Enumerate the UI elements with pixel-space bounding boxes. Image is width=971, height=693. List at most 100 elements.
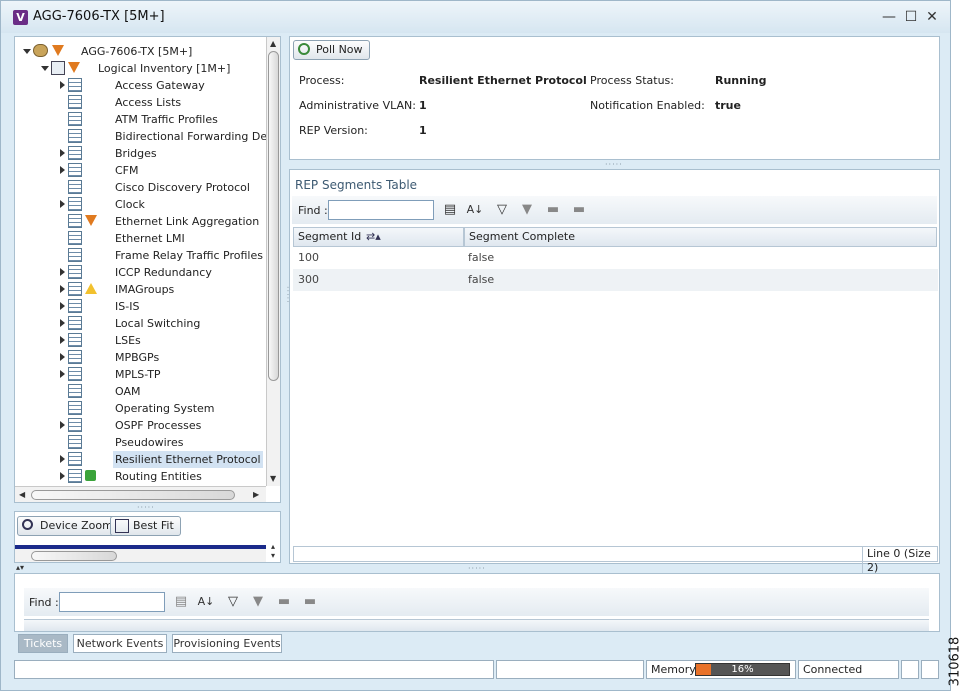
scrollbar-thumb[interactable]: [268, 51, 279, 381]
spinner-arrows-icon[interactable]: ▴ ▾: [271, 542, 275, 560]
tree-item[interactable]: Clock: [15, 196, 266, 213]
notification-enabled-label: Notification Enabled:: [590, 99, 705, 112]
bottom-find-input[interactable]: [59, 592, 165, 612]
tree-item-label: Local Switching: [115, 317, 201, 330]
segment-complete-cell: false: [468, 273, 495, 286]
inventory-tree: AGG-7606-TX [5M+] Logical Inventory [1M+…: [14, 36, 281, 503]
minimize-button[interactable]: —: [879, 7, 899, 27]
table-icon: [68, 146, 82, 160]
tree-item[interactable]: Routing Entities: [15, 468, 266, 485]
tab-network-events[interactable]: Network Events: [73, 634, 167, 653]
expand-icon[interactable]: [60, 336, 65, 344]
splitter-handle[interactable]: ·····: [605, 160, 623, 169]
collapse-arrows-icon[interactable]: ▴▾: [16, 563, 24, 572]
tree-item[interactable]: Operating System: [15, 400, 266, 417]
filter-icon[interactable]: ▽: [224, 593, 242, 611]
clear-filter-icon[interactable]: ▬: [544, 201, 562, 219]
tree-item[interactable]: Bridges: [15, 145, 266, 162]
clear-advanced-filter-icon[interactable]: ▬: [301, 593, 319, 611]
save-icon[interactable]: ▤: [441, 201, 459, 219]
tree-item[interactable]: Ethernet Link Aggregation: [15, 213, 266, 230]
process-status-label: Process Status:: [590, 74, 674, 87]
logical-inventory-icon: [51, 61, 65, 75]
tree-vertical-scrollbar[interactable]: ▲ ▼: [266, 37, 280, 486]
tree-horizontal-scrollbar[interactable]: ◀ ▶: [15, 486, 266, 502]
table-icon: [68, 197, 82, 211]
tree-item[interactable]: OSPF Processes: [15, 417, 266, 434]
tree-item-label: Bridges: [115, 147, 157, 160]
sort-icon[interactable]: A↓: [197, 593, 215, 611]
tree-item[interactable]: Cisco Discovery Protocol: [15, 179, 266, 196]
window-title: AGG-7606-TX [5M+]: [33, 9, 165, 24]
close-button[interactable]: ✕: [922, 7, 942, 27]
device-zoom-button[interactable]: Device Zoom: [17, 516, 120, 536]
app-window: V AGG-7606-TX [5M+] — ☐ ✕ AGG-7606-TX [5…: [0, 0, 951, 691]
tree-item[interactable]: Frame Relay Traffic Profiles: [15, 247, 266, 264]
expand-icon[interactable]: [60, 302, 65, 310]
tree-item[interactable]: Access Lists: [15, 94, 266, 111]
tree-item-label: Cisco Discovery Protocol: [115, 181, 250, 194]
scroll-down-arrow-icon[interactable]: ▼: [270, 474, 276, 483]
scroll-left-arrow-icon[interactable]: ◀: [19, 490, 25, 499]
maximize-button[interactable]: ☐: [901, 7, 921, 27]
expand-icon[interactable]: [60, 200, 65, 208]
tree-item[interactable]: MPBGPs: [15, 349, 266, 366]
segments-find-input[interactable]: [328, 200, 434, 220]
filter-icon[interactable]: ▽: [493, 201, 511, 219]
tree-item[interactable]: Local Switching: [15, 315, 266, 332]
scrollbar-thumb[interactable]: [31, 551, 117, 561]
expand-icon[interactable]: [60, 472, 65, 480]
table-icon: [68, 418, 82, 432]
column-header-segment-complete[interactable]: Segment Complete: [464, 227, 937, 247]
expand-icon[interactable]: [60, 370, 65, 378]
rep-segments-panel: REP Segments Table Find : ▤ A↓ ▽ ▼ ▬ ▬ S…: [289, 169, 940, 575]
column-header-segment-id[interactable]: Segment Id ⇄▴: [293, 227, 464, 247]
app-logo: V: [13, 10, 28, 25]
tab-provisioning-events[interactable]: Provisioning Events: [172, 634, 282, 653]
scrollbar-thumb[interactable]: [31, 490, 235, 500]
tree-item[interactable]: Resilient Ethernet Protocol: [15, 451, 266, 468]
expand-icon[interactable]: [60, 285, 65, 293]
splitter-handle[interactable]: ·····: [468, 564, 486, 573]
collapse-icon[interactable]: [23, 49, 31, 54]
save-icon[interactable]: ▤: [172, 593, 190, 611]
expand-icon[interactable]: [60, 81, 65, 89]
clear-advanced-filter-icon[interactable]: ▬: [570, 201, 588, 219]
expand-icon[interactable]: [60, 149, 65, 157]
expand-icon[interactable]: [60, 455, 65, 463]
poll-now-button[interactable]: Poll Now: [293, 40, 370, 60]
collapse-icon[interactable]: [41, 66, 49, 71]
tree-item[interactable]: OAM: [15, 383, 266, 400]
sort-icon[interactable]: A↓: [466, 201, 484, 219]
zoom-horizontal-scrollbar[interactable]: [15, 549, 266, 562]
table-row[interactable]: 300 false: [293, 269, 938, 291]
segments-toolbar: Find : ▤ A↓ ▽ ▼ ▬ ▬: [292, 196, 937, 224]
table-row[interactable]: 100 false: [293, 247, 938, 269]
tree-item[interactable]: LSEs: [15, 332, 266, 349]
tree-item[interactable]: MPLS-TP: [15, 366, 266, 383]
tree-item[interactable]: IS-IS: [15, 298, 266, 315]
tab-tickets[interactable]: Tickets: [18, 634, 68, 653]
clear-filter-icon[interactable]: ▬: [275, 593, 293, 611]
tree-item[interactable]: ATM Traffic Profiles: [15, 111, 266, 128]
advanced-filter-icon[interactable]: ▼: [249, 593, 267, 611]
figure-number: 310618: [947, 632, 970, 692]
expand-icon[interactable]: [60, 421, 65, 429]
tree-item[interactable]: Bidirectional Forwarding Detect: [15, 128, 280, 145]
scroll-up-arrow-icon[interactable]: ▲: [270, 39, 276, 48]
best-fit-button[interactable]: Best Fit: [110, 516, 181, 536]
expand-icon[interactable]: [60, 353, 65, 361]
column-header-label: Segment Id: [298, 230, 362, 243]
expand-icon[interactable]: [60, 166, 65, 174]
tree-item[interactable]: Pseudowires: [15, 434, 266, 451]
zoom-panel: Device Zoom Best Fit ▴ ▾: [14, 511, 281, 563]
tree-item[interactable]: Ethernet LMI: [15, 230, 266, 247]
expand-icon[interactable]: [60, 319, 65, 327]
tree-item[interactable]: ICCP Redundancy: [15, 264, 266, 281]
tree-item[interactable]: Access Gateway: [15, 77, 266, 94]
advanced-filter-icon[interactable]: ▼: [518, 201, 536, 219]
scroll-right-arrow-icon[interactable]: ▶: [253, 490, 259, 499]
tree-item[interactable]: IMAGroups: [15, 281, 266, 298]
expand-icon[interactable]: [60, 268, 65, 276]
tree-item[interactable]: CFM: [15, 162, 266, 179]
